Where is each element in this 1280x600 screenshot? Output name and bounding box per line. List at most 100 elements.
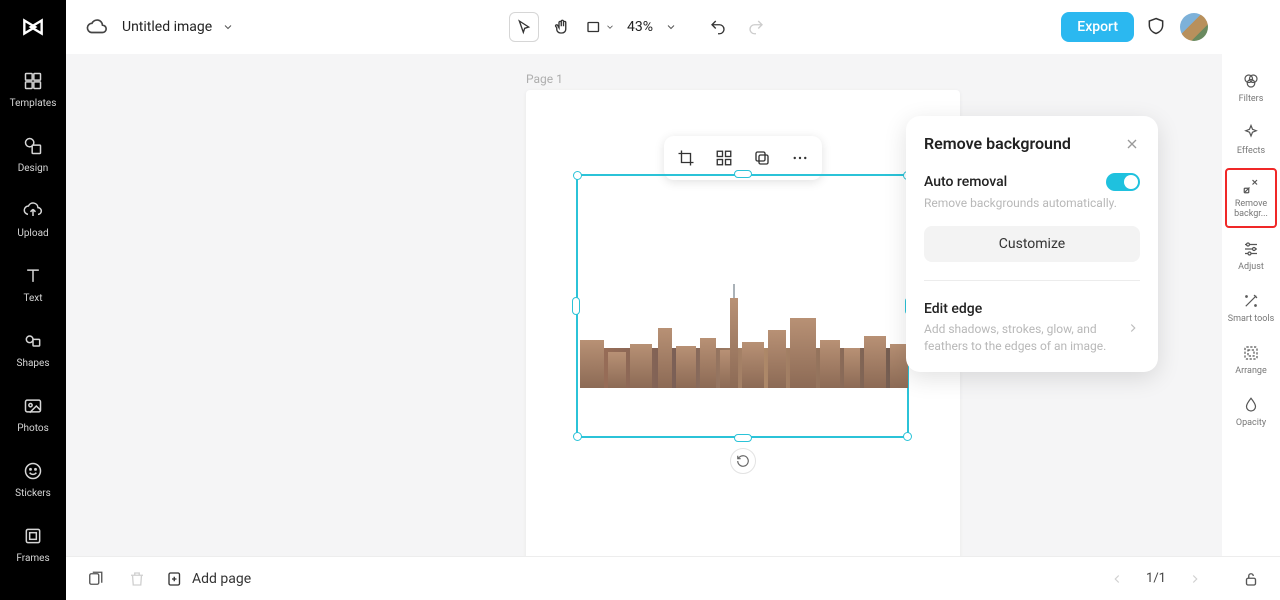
opacity-icon <box>1241 395 1261 415</box>
canvas-size-dropdown[interactable] <box>585 12 615 42</box>
upload-icon <box>22 200 44 222</box>
cloud-sync-icon[interactable] <box>86 16 108 38</box>
resize-handle-left[interactable] <box>572 297 580 315</box>
page-label: Page 1 <box>526 72 563 86</box>
sidebar-item-templates[interactable]: Templates <box>3 58 63 123</box>
sidebar-item-label: Stickers <box>15 488 51 499</box>
rail-item-filters[interactable]: Filters <box>1225 64 1277 112</box>
crop-button[interactable] <box>670 142 702 174</box>
user-avatar[interactable] <box>1180 13 1208 41</box>
frames-icon <box>22 525 44 547</box>
sidebar-item-label: Frames <box>16 553 49 564</box>
canvas-area: Page 1 <box>66 54 1222 600</box>
auto-removal-desc: Remove backgrounds automatically. <box>924 195 1140 212</box>
top-bar: Untitled image 43% Export <box>66 0 1222 54</box>
left-sidebar: Templates Design Upload Text Shapes Phot… <box>0 0 66 600</box>
copy-button[interactable] <box>746 142 778 174</box>
rail-item-opacity[interactable]: Opacity <box>1225 388 1277 436</box>
sidebar-item-frames[interactable]: Frames <box>3 513 63 578</box>
sidebar-item-label: Upload <box>17 228 48 239</box>
templates-icon <box>22 70 44 92</box>
remove-background-panel: Remove background Auto removal Remove ba… <box>906 116 1158 372</box>
add-page-button[interactable]: Add page <box>166 570 251 588</box>
sidebar-item-label: Shapes <box>17 358 50 369</box>
export-button[interactable]: Export <box>1061 12 1134 42</box>
smart-tools-icon <box>1241 291 1261 311</box>
app-logo[interactable] <box>16 10 50 44</box>
adjust-icon <box>1241 239 1261 259</box>
rail-item-arrange[interactable]: Arrange <box>1225 336 1277 384</box>
rail-item-effects[interactable]: Effects <box>1225 116 1277 164</box>
sidebar-item-shapes[interactable]: Shapes <box>3 318 63 383</box>
chevron-down-icon[interactable] <box>665 21 677 33</box>
next-page-button[interactable] <box>1182 566 1208 592</box>
redo-button[interactable] <box>741 12 771 42</box>
close-panel-button[interactable] <box>1124 136 1140 152</box>
bottom-bar: Add page 1/1 <box>66 556 1280 600</box>
sidebar-item-stickers[interactable]: Stickers <box>3 448 63 513</box>
lock-button[interactable] <box>1238 566 1264 592</box>
edit-edge-title: Edit edge <box>924 301 1126 317</box>
privacy-shield-icon[interactable] <box>1146 16 1168 38</box>
effects-icon <box>1241 123 1261 143</box>
customize-button[interactable]: Customize <box>924 226 1140 262</box>
rail-item-adjust[interactable]: Adjust <box>1225 232 1277 280</box>
undo-button[interactable] <box>703 12 733 42</box>
remove-background-icon <box>1241 176 1261 196</box>
sidebar-item-text[interactable]: Text <box>3 253 63 318</box>
right-rail: Filters Effects Remove backgr... Adjust … <box>1222 0 1280 600</box>
divider <box>924 280 1140 281</box>
auto-removal-title: Auto removal <box>924 174 1007 190</box>
sidebar-item-label: Text <box>23 293 42 304</box>
hand-tool[interactable] <box>547 12 577 42</box>
skyline-image-content <box>580 300 905 388</box>
resize-handle-bottom[interactable] <box>734 434 752 442</box>
text-icon <box>22 265 44 287</box>
main-area: Untitled image 43% Export Page 1 <box>66 0 1222 600</box>
select-tool[interactable] <box>509 12 539 42</box>
rail-label: Effects <box>1237 147 1265 157</box>
stickers-icon <box>22 460 44 482</box>
page-indicator: 1/1 <box>1146 571 1166 586</box>
auto-removal-toggle[interactable] <box>1106 173 1140 191</box>
chevron-down-icon <box>222 21 234 33</box>
prev-page-button[interactable] <box>1104 566 1130 592</box>
resize-handle-top[interactable] <box>734 170 752 178</box>
resize-handle-br[interactable] <box>903 432 912 441</box>
pages-panel-button[interactable] <box>82 566 108 592</box>
resize-handle-tl[interactable] <box>573 171 582 180</box>
rail-label: Filters <box>1239 95 1264 105</box>
rail-label: Smart tools <box>1228 315 1275 325</box>
sidebar-item-label: Design <box>18 163 49 174</box>
rail-label: Arrange <box>1235 367 1267 377</box>
rail-label: Remove backgr... <box>1229 200 1273 220</box>
rotate-handle[interactable] <box>730 448 756 474</box>
more-options-button[interactable] <box>784 142 816 174</box>
document-title: Untitled image <box>122 19 212 35</box>
photos-icon <box>22 395 44 417</box>
sidebar-item-upload[interactable]: Upload <box>3 188 63 253</box>
sidebar-item-label: Templates <box>10 98 57 109</box>
resize-handle-bl[interactable] <box>573 432 582 441</box>
edit-edge-desc: Add shadows, strokes, glow, and feathers… <box>924 321 1126 355</box>
zoom-level[interactable]: 43% <box>623 19 657 35</box>
replace-image-button[interactable] <box>708 142 740 174</box>
add-page-label: Add page <box>192 571 251 587</box>
sidebar-item-photos[interactable]: Photos <box>3 383 63 448</box>
selected-image[interactable] <box>576 174 909 438</box>
filters-icon <box>1241 71 1261 91</box>
chevron-right-icon <box>1126 321 1140 335</box>
center-controls: 43% <box>509 12 771 42</box>
delete-page-button[interactable] <box>124 566 150 592</box>
rail-item-remove-background[interactable]: Remove backgr... <box>1225 168 1277 228</box>
panel-title: Remove background <box>924 134 1071 153</box>
design-icon <box>22 135 44 157</box>
rail-item-smart-tools[interactable]: Smart tools <box>1225 284 1277 332</box>
edit-edge-row[interactable]: Edit edge Add shadows, strokes, glow, an… <box>924 301 1140 355</box>
arrange-icon <box>1241 343 1261 363</box>
document-title-dropdown[interactable]: Untitled image <box>122 19 234 35</box>
sidebar-item-design[interactable]: Design <box>3 123 63 188</box>
rail-label: Adjust <box>1238 263 1264 273</box>
add-page-icon <box>166 570 184 588</box>
rail-label: Opacity <box>1236 419 1266 429</box>
